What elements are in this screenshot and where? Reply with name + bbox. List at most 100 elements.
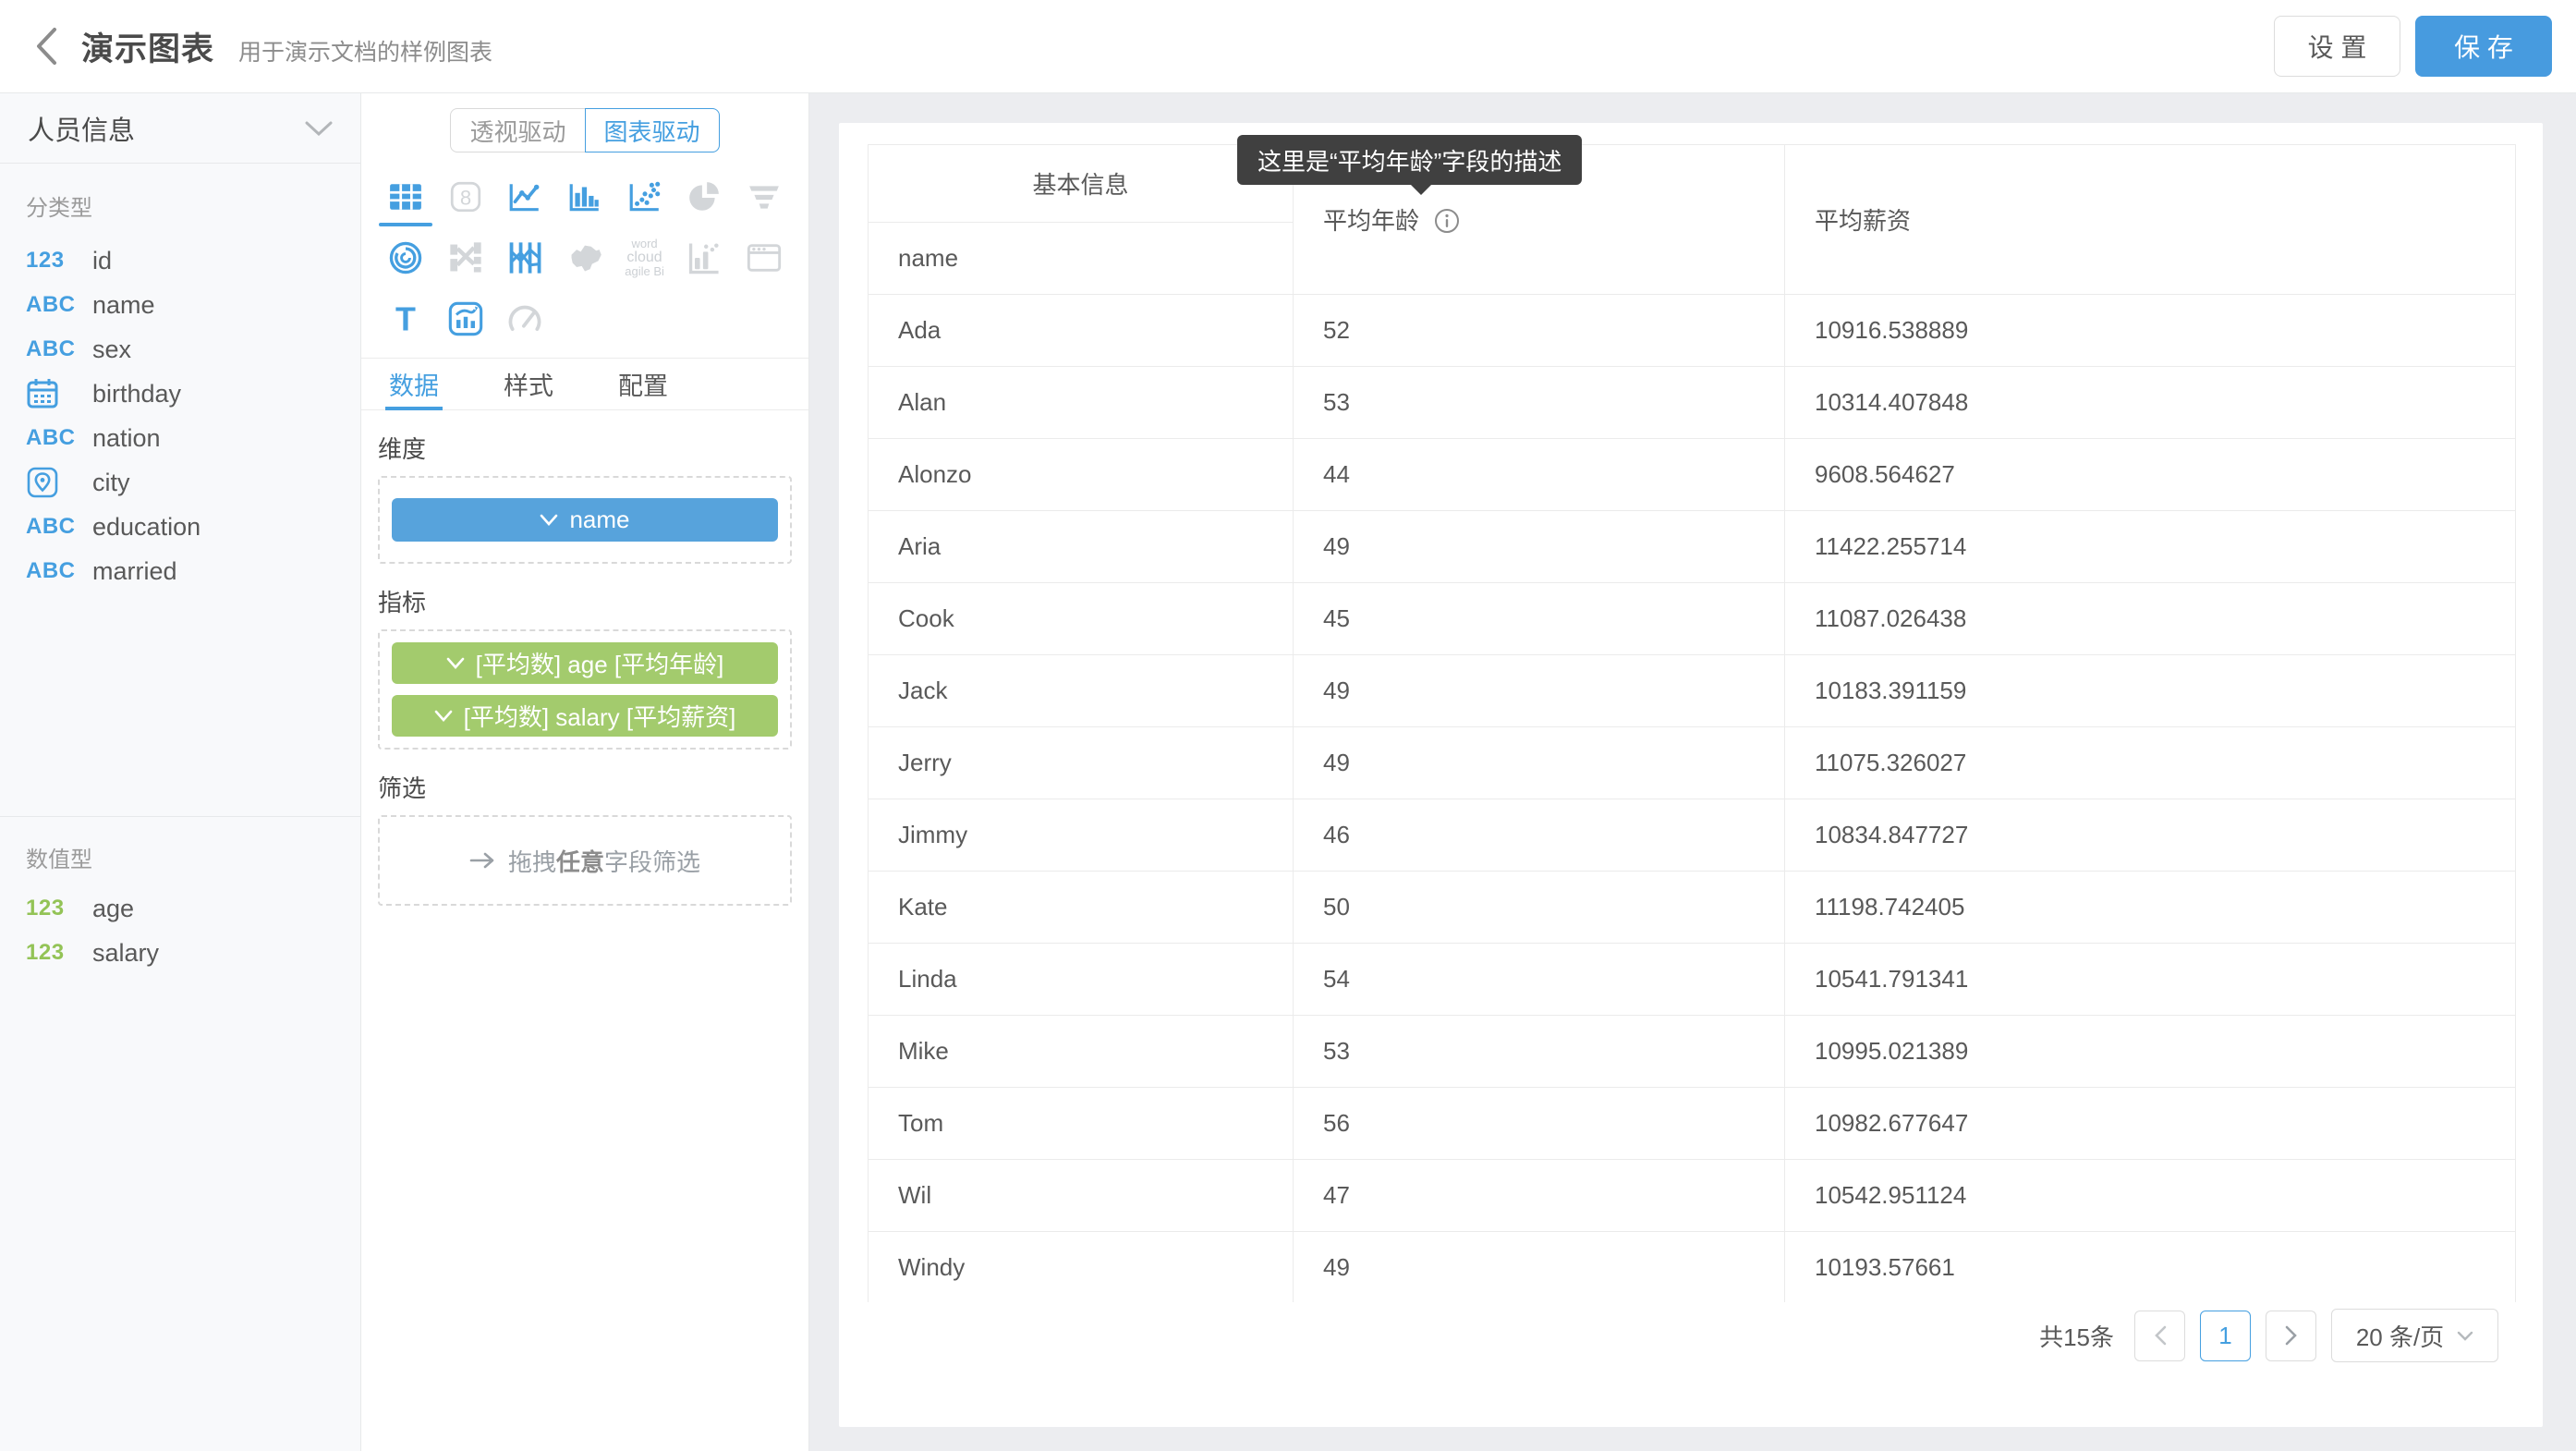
chart-type-map-icon[interactable] [561,238,609,278]
chart-type-pie-icon[interactable] [680,177,728,217]
numeric-section: 数值型 123 age 123 salary [0,816,360,975]
tab-config[interactable]: 配置 [614,359,672,409]
result-table-wrapper: 基本信息 平均年龄 平均薪资 name Ada5210916.538889 Al… [868,144,2517,1302]
mode-pivot-button[interactable]: 透视驱动 [450,108,585,152]
chart-type-sankey-icon[interactable] [442,238,490,278]
chart-type-combo-icon[interactable] [442,299,490,339]
table-row: Jimmy4610834.847727 [869,799,2516,872]
chart-type-scatter-icon[interactable] [621,177,669,217]
chart-type-timeline-icon[interactable] [680,238,728,278]
chevron-left-icon [34,26,58,67]
chart-type-bar-icon[interactable] [561,177,609,217]
info-icon[interactable] [1434,208,1460,234]
chevron-left-icon [2154,1325,2167,1346]
number-field-icon: 123 [26,940,83,966]
string-field-icon: ABC [26,292,83,318]
page-1-button[interactable]: 1 [2200,1311,2251,1361]
result-table: 基本信息 平均年龄 平均薪资 name Ada5210916.538889 Al… [868,144,2516,1302]
chevron-right-icon [2285,1325,2298,1346]
page-title: 演示图表 [81,23,214,70]
table-row: Ada5210916.538889 [869,295,2516,367]
number-field-icon: 123 [26,248,83,274]
chart-type-iframe-icon[interactable] [740,238,788,278]
pagination: 共15条 1 20 条/页 [2039,1309,2498,1362]
page-size-select[interactable]: 20 条/页 [2331,1309,2498,1362]
filter-dropzone[interactable]: 拖拽任意字段筛选 [378,815,792,906]
chart-type-wordcloud-icon[interactable]: wordcloudagile Bi [621,238,669,278]
calendar-icon [26,377,83,410]
field-nation[interactable]: ABC nation [0,416,360,460]
chart-config-panel: 透视驱动 图表驱动 8 [361,93,809,1451]
field-married[interactable]: ABC married [0,549,360,593]
chevron-down-icon [446,657,465,669]
dimension-label: 维度 [378,431,792,465]
table-row: Wil4710542.951124 [869,1160,2516,1232]
dataset-sidebar: 人员信息 分类型 123 id ABC name ABC sex [0,93,361,1451]
chevron-down-icon [434,710,453,722]
string-field-icon: ABC [26,425,83,451]
dataset-header[interactable]: 人员信息 [0,93,360,164]
svg-text:T: T [395,301,416,336]
metric-chip-salary[interactable]: [平均数] salary [平均薪资] [392,695,778,737]
chart-type-parallel-icon[interactable] [501,238,549,278]
chart-type-rose-icon[interactable] [382,238,430,278]
numeric-label: 数值型 [0,841,360,873]
chevron-down-icon [2457,1331,2473,1341]
column-header-salary: 平均薪资 [1785,145,2516,295]
table-row: Alonzo449608.564627 [869,439,2516,511]
categorical-section: 分类型 123 id ABC name ABC sex [0,164,360,593]
tab-style[interactable]: 样式 [500,359,557,409]
metric-chip-age[interactable]: [平均数] age [平均年龄] [392,642,778,684]
next-page-button[interactable] [2266,1311,2316,1361]
config-tabs: 数据 样式 配置 [361,359,808,410]
number-field-icon: 123 [26,896,83,921]
string-field-icon: ABC [26,558,83,584]
back-button[interactable] [20,20,72,72]
field-sex[interactable]: ABC sex [0,327,360,372]
column-header-name: name [869,223,1294,295]
filter-label: 筛选 [378,770,792,804]
chart-type-line-icon[interactable] [501,177,549,217]
string-field-icon: ABC [26,336,83,362]
field-birthday[interactable]: birthday [0,372,360,416]
save-button[interactable]: 保 存 [2415,16,2552,77]
table-row: Linda5410541.791341 [869,944,2516,1016]
table-group-header: 基本信息 [869,145,1294,223]
chart-preview-card: 基本信息 平均年龄 平均薪资 name Ada5210916.538889 Al… [839,123,2543,1427]
svg-text:8: 8 [460,186,471,209]
table-row: Alan5310314.407848 [869,367,2516,439]
dataset-title: 人员信息 [28,109,135,148]
table-row: Mike5310995.021389 [869,1016,2516,1088]
dimension-dropzone[interactable]: name [378,476,792,564]
field-age[interactable]: 123 age [0,886,360,931]
top-bar: 演示图表 用于演示文档的样例图表 设 置 保 存 [0,0,2576,93]
metric-dropzone[interactable]: [平均数] age [平均年龄] [平均数] salary [平均薪资] [378,629,792,750]
preview-area: 基本信息 平均年龄 平均薪资 name Ada5210916.538889 Al… [810,93,2576,1451]
mode-toggle: 透视驱动 图表驱动 [361,108,808,152]
chart-type-grid: 8 wordcloudagile Bi [376,177,794,339]
tab-data[interactable]: 数据 [385,359,443,409]
dimension-chip-name[interactable]: name [392,498,778,542]
field-salary[interactable]: 123 salary [0,931,360,975]
page-subtitle: 用于演示文档的样例图表 [238,34,492,67]
field-name[interactable]: ABC name [0,283,360,327]
chevron-down-icon [540,514,558,526]
chart-type-funnel-icon[interactable] [740,177,788,217]
chart-type-table-icon[interactable] [382,177,430,217]
chart-type-text-icon[interactable]: T [382,299,430,339]
prev-page-button[interactable] [2134,1311,2185,1361]
mode-chart-button[interactable]: 图表驱动 [585,108,720,152]
table-row: Cook4511087.026438 [869,583,2516,655]
table-row: Aria4911422.255714 [869,511,2516,583]
categorical-label: 分类型 [0,189,360,222]
table-row: Jerry4911075.326027 [869,727,2516,799]
chart-type-scorecard-icon[interactable]: 8 [442,177,490,217]
chart-type-gauge-icon[interactable] [501,299,549,339]
field-id[interactable]: 123 id [0,238,360,283]
metric-label: 指标 [378,584,792,618]
settings-button[interactable]: 设 置 [2274,16,2400,77]
map-pin-icon [26,466,83,499]
field-education[interactable]: ABC education [0,505,360,549]
field-city[interactable]: city [0,460,360,505]
chevron-down-icon [305,121,333,136]
